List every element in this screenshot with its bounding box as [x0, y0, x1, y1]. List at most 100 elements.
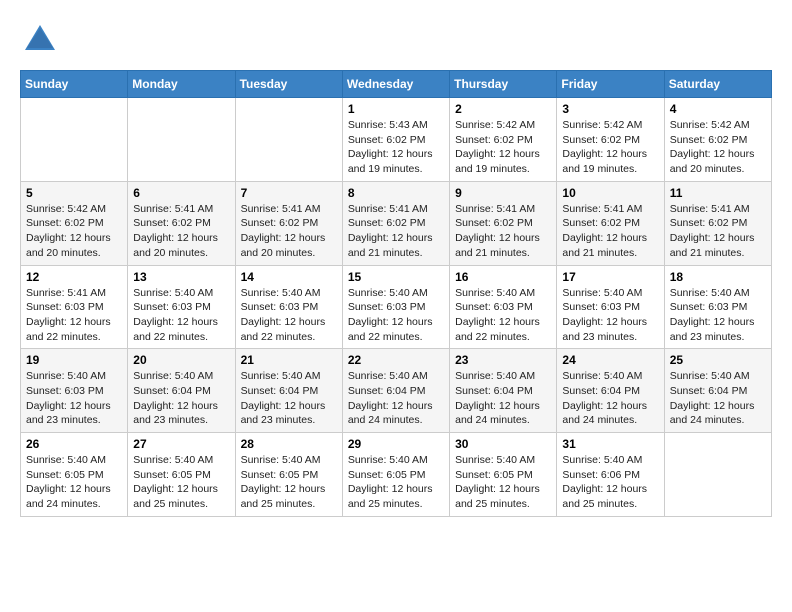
weekday-header: Tuesday: [235, 71, 342, 98]
calendar-cell: 25 Sunrise: 5:40 AM Sunset: 6:04 PM Dayli…: [664, 349, 771, 433]
calendar-cell: 6Sunrise: 5:41 AM Sunset: 6:02 PM Daylig…: [128, 181, 235, 265]
day-number: 2: [455, 102, 551, 116]
calendar-cell: 14 Sunrise: 5:40 AM Sunset: 6:03 PM Dayli…: [235, 265, 342, 349]
day-number: 5: [26, 186, 122, 200]
calendar-cell: [21, 98, 128, 182]
day-info: Sunrise: 5:41 AM Sunset: 6:02 PM Dayligh…: [562, 202, 658, 261]
calendar-cell: 26 Sunrise: 5:40 AM Sunset: 6:05 PM Dayli…: [21, 433, 128, 517]
day-number: 1: [348, 102, 444, 116]
calendar-table: SundayMondayTuesdayWednesdayThursdayFrid…: [20, 70, 772, 517]
day-number: 25: [670, 353, 766, 367]
weekday-header: Sunday: [21, 71, 128, 98]
calendar-cell: 20 Sunrise: 5:40 AM Sunset: 6:04 PM Dayli…: [128, 349, 235, 433]
day-info: Sunrise: 5:40 AM Sunset: 6:04 PM Dayligh…: [562, 369, 658, 428]
day-number: 3: [562, 102, 658, 116]
calendar-cell: 10Sunrise: 5:41 AM Sunset: 6:02 PM Dayli…: [557, 181, 664, 265]
day-number: 13: [133, 270, 229, 284]
calendar-cell: 13 Sunrise: 5:40 AM Sunset: 6:03 PM Dayli…: [128, 265, 235, 349]
calendar-cell: 5Sunrise: 5:42 AM Sunset: 6:02 PM Daylig…: [21, 181, 128, 265]
page-header: [20, 20, 772, 60]
weekday-header: Monday: [128, 71, 235, 98]
calendar-cell: 30Sunrise: 5:40 AM Sunset: 6:05 PM Dayli…: [450, 433, 557, 517]
weekday-header: Wednesday: [342, 71, 449, 98]
weekday-header: Thursday: [450, 71, 557, 98]
day-number: 14: [241, 270, 337, 284]
calendar-week-row: 19 Sunrise: 5:40 AM Sunset: 6:03 PM Dayli…: [21, 349, 772, 433]
day-number: 4: [670, 102, 766, 116]
day-info: Sunrise: 5:43 AM Sunset: 6:02 PM Dayligh…: [348, 118, 444, 177]
calendar-cell: 31Sunrise: 5:40 AM Sunset: 6:06 PM Dayli…: [557, 433, 664, 517]
weekday-header: Saturday: [664, 71, 771, 98]
logo: [20, 20, 65, 60]
calendar-week-row: 1 Sunrise: 5:43 AM Sunset: 6:02 PM Daylig…: [21, 98, 772, 182]
calendar-cell: 3 Sunrise: 5:42 AM Sunset: 6:02 PM Daylig…: [557, 98, 664, 182]
calendar-week-row: 12 Sunrise: 5:41 AM Sunset: 6:03 PM Dayli…: [21, 265, 772, 349]
day-info: Sunrise: 5:40 AM Sunset: 6:03 PM Dayligh…: [133, 286, 229, 345]
day-info: Sunrise: 5:40 AM Sunset: 6:05 PM Dayligh…: [26, 453, 122, 512]
calendar-cell: 11 Sunrise: 5:41 AM Sunset: 6:02 PM Dayli…: [664, 181, 771, 265]
day-number: 8: [348, 186, 444, 200]
day-number: 29: [348, 437, 444, 451]
day-number: 11: [670, 186, 766, 200]
day-info: Sunrise: 5:40 AM Sunset: 6:05 PM Dayligh…: [348, 453, 444, 512]
day-info: Sunrise: 5:40 AM Sunset: 6:05 PM Dayligh…: [133, 453, 229, 512]
calendar-cell: [128, 98, 235, 182]
day-number: 26: [26, 437, 122, 451]
calendar-week-row: 26 Sunrise: 5:40 AM Sunset: 6:05 PM Dayli…: [21, 433, 772, 517]
day-info: Sunrise: 5:42 AM Sunset: 6:02 PM Dayligh…: [455, 118, 551, 177]
calendar-cell: 7 Sunrise: 5:41 AM Sunset: 6:02 PM Daylig…: [235, 181, 342, 265]
day-number: 24: [562, 353, 658, 367]
weekday-header: Friday: [557, 71, 664, 98]
day-info: Sunrise: 5:40 AM Sunset: 6:04 PM Dayligh…: [455, 369, 551, 428]
day-info: Sunrise: 5:40 AM Sunset: 6:05 PM Dayligh…: [455, 453, 551, 512]
calendar-cell: 18Sunrise: 5:40 AM Sunset: 6:03 PM Dayli…: [664, 265, 771, 349]
calendar-cell: 17Sunrise: 5:40 AM Sunset: 6:03 PM Dayli…: [557, 265, 664, 349]
day-number: 27: [133, 437, 229, 451]
day-number: 7: [241, 186, 337, 200]
day-number: 16: [455, 270, 551, 284]
day-info: Sunrise: 5:41 AM Sunset: 6:02 PM Dayligh…: [670, 202, 766, 261]
day-number: 9: [455, 186, 551, 200]
day-info: Sunrise: 5:41 AM Sunset: 6:03 PM Dayligh…: [26, 286, 122, 345]
day-number: 28: [241, 437, 337, 451]
day-info: Sunrise: 5:42 AM Sunset: 6:02 PM Dayligh…: [562, 118, 658, 177]
calendar-cell: 29 Sunrise: 5:40 AM Sunset: 6:05 PM Dayli…: [342, 433, 449, 517]
day-number: 15: [348, 270, 444, 284]
day-info: Sunrise: 5:41 AM Sunset: 6:02 PM Dayligh…: [348, 202, 444, 261]
day-info: Sunrise: 5:40 AM Sunset: 6:03 PM Dayligh…: [348, 286, 444, 345]
calendar-header-row: SundayMondayTuesdayWednesdayThursdayFrid…: [21, 71, 772, 98]
day-number: 22: [348, 353, 444, 367]
calendar-cell: [235, 98, 342, 182]
day-info: Sunrise: 5:40 AM Sunset: 6:03 PM Dayligh…: [241, 286, 337, 345]
day-number: 23: [455, 353, 551, 367]
calendar-cell: 2 Sunrise: 5:42 AM Sunset: 6:02 PM Daylig…: [450, 98, 557, 182]
day-info: Sunrise: 5:40 AM Sunset: 6:04 PM Dayligh…: [133, 369, 229, 428]
day-info: Sunrise: 5:41 AM Sunset: 6:02 PM Dayligh…: [241, 202, 337, 261]
logo-icon: [20, 20, 60, 60]
day-number: 19: [26, 353, 122, 367]
calendar-cell: 1 Sunrise: 5:43 AM Sunset: 6:02 PM Daylig…: [342, 98, 449, 182]
day-info: Sunrise: 5:40 AM Sunset: 6:03 PM Dayligh…: [26, 369, 122, 428]
day-info: Sunrise: 5:41 AM Sunset: 6:02 PM Dayligh…: [455, 202, 551, 261]
calendar-cell: 8 Sunrise: 5:41 AM Sunset: 6:02 PM Daylig…: [342, 181, 449, 265]
calendar-cell: 9 Sunrise: 5:41 AM Sunset: 6:02 PM Daylig…: [450, 181, 557, 265]
day-number: 6: [133, 186, 229, 200]
day-info: Sunrise: 5:40 AM Sunset: 6:04 PM Dayligh…: [670, 369, 766, 428]
day-info: Sunrise: 5:40 AM Sunset: 6:05 PM Dayligh…: [241, 453, 337, 512]
day-number: 21: [241, 353, 337, 367]
day-info: Sunrise: 5:40 AM Sunset: 6:04 PM Dayligh…: [348, 369, 444, 428]
calendar-cell: 21Sunrise: 5:40 AM Sunset: 6:04 PM Dayli…: [235, 349, 342, 433]
day-number: 12: [26, 270, 122, 284]
day-info: Sunrise: 5:40 AM Sunset: 6:03 PM Dayligh…: [455, 286, 551, 345]
day-info: Sunrise: 5:40 AM Sunset: 6:03 PM Dayligh…: [670, 286, 766, 345]
calendar-cell: 22 Sunrise: 5:40 AM Sunset: 6:04 PM Dayli…: [342, 349, 449, 433]
day-number: 20: [133, 353, 229, 367]
day-number: 31: [562, 437, 658, 451]
calendar-cell: 27 Sunrise: 5:40 AM Sunset: 6:05 PM Dayli…: [128, 433, 235, 517]
calendar-cell: 4Sunrise: 5:42 AM Sunset: 6:02 PM Daylig…: [664, 98, 771, 182]
calendar-cell: 19 Sunrise: 5:40 AM Sunset: 6:03 PM Dayli…: [21, 349, 128, 433]
calendar-week-row: 5Sunrise: 5:42 AM Sunset: 6:02 PM Daylig…: [21, 181, 772, 265]
calendar-cell: 23 Sunrise: 5:40 AM Sunset: 6:04 PM Dayli…: [450, 349, 557, 433]
day-number: 17: [562, 270, 658, 284]
calendar-cell: 15 Sunrise: 5:40 AM Sunset: 6:03 PM Dayli…: [342, 265, 449, 349]
